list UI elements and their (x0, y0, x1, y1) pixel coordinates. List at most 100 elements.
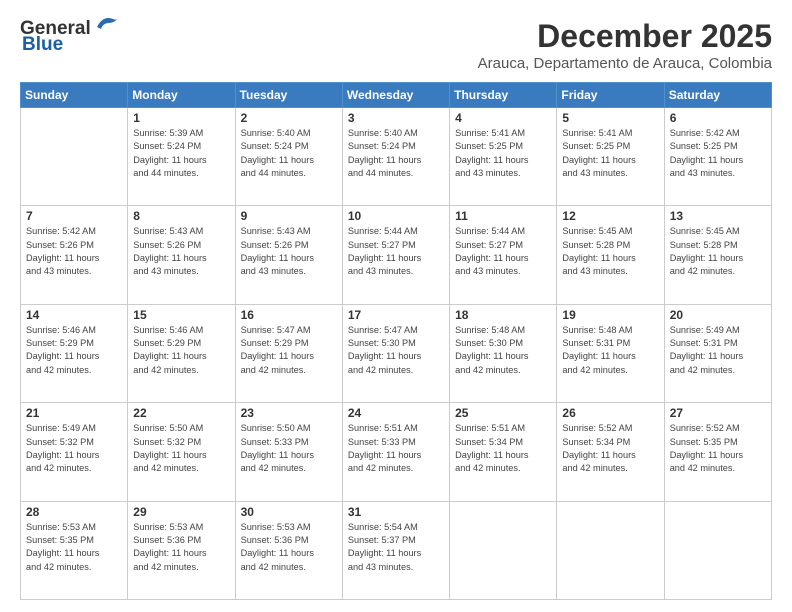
calendar-cell: 18Sunrise: 5:48 AMSunset: 5:30 PMDayligh… (450, 304, 557, 402)
calendar-cell: 22Sunrise: 5:50 AMSunset: 5:32 PMDayligh… (128, 403, 235, 501)
cell-daylight-line2: and 43 minutes. (26, 266, 91, 276)
cell-daylight-line1: Daylight: 11 hours (241, 450, 314, 460)
cell-date: 3 (348, 111, 444, 125)
page: General Blue December 2025 Arauca, Depar… (0, 0, 792, 612)
cell-daylight-line1: Daylight: 11 hours (26, 548, 99, 558)
cell-date: 5 (562, 111, 658, 125)
cell-info: Sunrise: 5:45 AMSunset: 5:28 PMDaylight:… (670, 225, 766, 278)
calendar-week-row: 1Sunrise: 5:39 AMSunset: 5:24 PMDaylight… (21, 108, 772, 206)
cell-sunset: Sunset: 5:25 PM (562, 141, 630, 151)
cell-daylight-line2: and 44 minutes. (241, 168, 306, 178)
cell-sunset: Sunset: 5:31 PM (562, 338, 630, 348)
cell-sunset: Sunset: 5:35 PM (670, 437, 738, 447)
cell-daylight-line1: Daylight: 11 hours (455, 155, 528, 165)
cell-daylight-line1: Daylight: 11 hours (348, 548, 421, 558)
cell-sunset: Sunset: 5:28 PM (562, 240, 630, 250)
calendar-cell: 2Sunrise: 5:40 AMSunset: 5:24 PMDaylight… (235, 108, 342, 206)
cell-sunset: Sunset: 5:30 PM (348, 338, 416, 348)
calendar-day-header: Saturday (664, 83, 771, 108)
cell-sunset: Sunset: 5:33 PM (241, 437, 309, 447)
cell-sunset: Sunset: 5:25 PM (670, 141, 738, 151)
cell-date: 17 (348, 308, 444, 322)
cell-daylight-line2: and 42 minutes. (133, 562, 198, 572)
cell-daylight-line2: and 42 minutes. (348, 463, 413, 473)
calendar-cell: 27Sunrise: 5:52 AMSunset: 5:35 PMDayligh… (664, 403, 771, 501)
cell-date: 19 (562, 308, 658, 322)
cell-daylight-line2: and 42 minutes. (455, 463, 520, 473)
cell-sunrise: Sunrise: 5:43 AM (133, 226, 203, 236)
cell-daylight-line2: and 42 minutes. (670, 463, 735, 473)
logo-blue-text: Blue (22, 34, 63, 56)
cell-date: 2 (241, 111, 337, 125)
calendar-table: SundayMondayTuesdayWednesdayThursdayFrid… (20, 82, 772, 600)
cell-sunset: Sunset: 5:32 PM (26, 437, 94, 447)
cell-sunset: Sunset: 5:26 PM (26, 240, 94, 250)
calendar-cell: 28 Sunrise: 5:53 AMSunset: 5:35 PMDayligh… (21, 501, 128, 599)
cell-sunset: Sunset: 5:24 PM (241, 141, 309, 151)
cell-date: 29 (133, 505, 229, 519)
cell-info: Sunrise: 5:47 AMSunset: 5:30 PMDaylight:… (348, 324, 444, 377)
cell-daylight-line2: and 43 minutes. (241, 266, 306, 276)
cell-info: Sunrise: 5:44 AMSunset: 5:27 PMDaylight:… (455, 225, 551, 278)
cell-sunrise: Sunrise: 5:40 AM (241, 128, 311, 138)
cell-daylight-line1: Daylight: 11 hours (348, 450, 421, 460)
cell-info: Sunrise: 5:46 AMSunset: 5:29 PMDaylight:… (26, 324, 122, 377)
calendar-cell: 12Sunrise: 5:45 AMSunset: 5:28 PMDayligh… (557, 206, 664, 304)
cell-sunrise: Sunrise: 5:42 AM (26, 226, 96, 236)
cell-daylight-line2: and 43 minutes. (670, 168, 735, 178)
calendar-cell: 4 Sunrise: 5:41 AMSunset: 5:25 PMDaylight… (450, 108, 557, 206)
cell-date: 28 (26, 505, 122, 519)
cell-sunset: Sunset: 5:28 PM (670, 240, 738, 250)
calendar-cell (664, 501, 771, 599)
cell-date: 9 (241, 209, 337, 223)
cell-info: Sunrise: 5:51 AMSunset: 5:33 PMDaylight:… (348, 422, 444, 475)
calendar-cell: 5 Sunrise: 5:41 AMSunset: 5:25 PMDaylight… (557, 108, 664, 206)
cell-sunset: Sunset: 5:36 PM (133, 535, 201, 545)
cell-date: 16 (241, 308, 337, 322)
calendar-day-header: Thursday (450, 83, 557, 108)
cell-sunrise: Sunrise: 5:46 AM (133, 325, 203, 335)
month-title: December 2025 (478, 18, 772, 55)
cell-sunrise: Sunrise: 5:53 AM (241, 522, 311, 532)
cell-info: Sunrise: 5:49 AMSunset: 5:32 PMDaylight:… (26, 422, 122, 475)
cell-sunrise: Sunrise: 5:53 AM (26, 522, 96, 532)
calendar-cell: 1Sunrise: 5:39 AMSunset: 5:24 PMDaylight… (128, 108, 235, 206)
calendar-cell: 25Sunrise: 5:51 AMSunset: 5:34 PMDayligh… (450, 403, 557, 501)
calendar-week-row: 28 Sunrise: 5:53 AMSunset: 5:35 PMDayligh… (21, 501, 772, 599)
cell-sunset: Sunset: 5:33 PM (348, 437, 416, 447)
calendar-week-row: 21 Sunrise: 5:49 AM Sunset: 5:32 PM Dayligh… (21, 403, 772, 501)
cell-daylight-line1: Daylight: 11 hours (26, 253, 99, 263)
calendar-cell: 26Sunrise: 5:52 AMSunset: 5:34 PMDayligh… (557, 403, 664, 501)
cell-info: Sunrise: 5:43 AMSunset: 5:26 PMDaylight:… (241, 225, 337, 278)
calendar-cell: 31Sunrise: 5:54 AMSunset: 5:37 PMDayligh… (342, 501, 449, 599)
cell-info: Sunrise: 5:41 AMSunset: 5:25 PMDaylight:… (562, 127, 658, 180)
cell-daylight-line2: and 42 minutes. (455, 365, 520, 375)
cell-date: 26 (562, 406, 658, 420)
cell-date: 4 (455, 111, 551, 125)
cell-date: 10 (348, 209, 444, 223)
cell-sunrise: Sunrise: 5:45 AM (562, 226, 632, 236)
cell-daylight-line2: and 43 minutes. (455, 266, 520, 276)
cell-date: 12 (562, 209, 658, 223)
cell-info: Sunrise: 5:43 AMSunset: 5:26 PMDaylight:… (133, 225, 229, 278)
cell-daylight-line2: and 44 minutes. (133, 168, 198, 178)
cell-info: Sunrise: 5:46 AMSunset: 5:29 PMDaylight:… (133, 324, 229, 377)
cell-date: 11 (455, 209, 551, 223)
cell-daylight-line2: and 42 minutes. (241, 463, 306, 473)
cell-info: Sunrise: 5:39 AMSunset: 5:24 PMDaylight:… (133, 127, 229, 180)
cell-sunrise: Sunrise: 5:51 AM (455, 423, 525, 433)
cell-date: 21 (26, 406, 122, 420)
cell-date: 15 (133, 308, 229, 322)
cell-info: Sunrise: 5:48 AMSunset: 5:30 PMDaylight:… (455, 324, 551, 377)
cell-info: Sunrise: 5:53 AMSunset: 5:35 PMDaylight:… (26, 521, 122, 574)
cell-date: 20 (670, 308, 766, 322)
location-title: Arauca, Departamento de Arauca, Colombia (478, 55, 772, 72)
calendar-cell: 6Sunrise: 5:42 AMSunset: 5:25 PMDaylight… (664, 108, 771, 206)
calendar-week-row: 14Sunrise: 5:46 AMSunset: 5:29 PMDayligh… (21, 304, 772, 402)
cell-sunset: Sunset: 5:27 PM (348, 240, 416, 250)
cell-sunset: Sunset: 5:29 PM (241, 338, 309, 348)
cell-sunrise: Sunrise: 5:49 AM (26, 423, 96, 433)
cell-daylight-line1: Daylight: 11 hours (670, 155, 743, 165)
cell-info: Sunrise: 5:41 AMSunset: 5:25 PMDaylight:… (455, 127, 551, 180)
cell-sunrise: Sunrise: 5:50 AM (241, 423, 311, 433)
